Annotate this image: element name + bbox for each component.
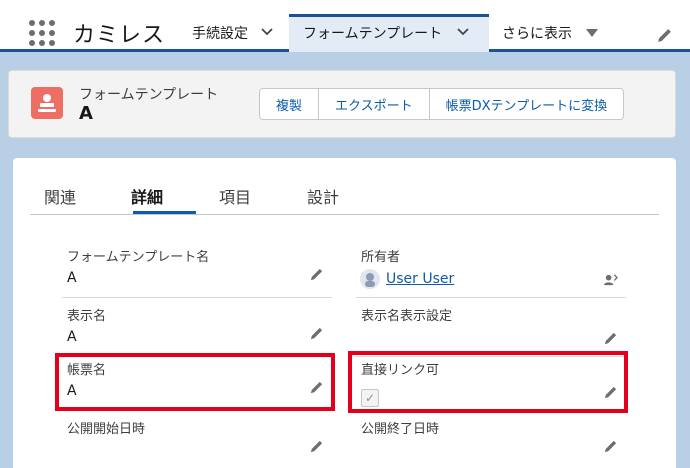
field-display-name-setting: 表示名表示設定 (356, 305, 626, 357)
owner-link[interactable]: User User (386, 271, 454, 287)
tab-bar: 関連 詳細 項目 設計 (30, 158, 659, 215)
nav-item-more[interactable]: さらに表示 (502, 14, 598, 52)
tab-details[interactable]: 詳細 (131, 184, 163, 208)
app-launcher-icon[interactable] (29, 20, 55, 46)
field-publish-start: 公開開始日時 (62, 418, 332, 468)
field-label: 表示名表示設定 (361, 309, 453, 324)
field-publish-end: 公開終了日時 (356, 418, 626, 468)
chevron-down-icon[interactable] (456, 24, 470, 42)
active-tab-indicator (133, 211, 196, 214)
tab-design[interactable]: 設計 (307, 184, 339, 208)
change-owner-icon[interactable] (603, 272, 618, 287)
pencil-icon[interactable] (309, 267, 324, 282)
action-button-group: 複製 エクスポート 帳票DXテンプレートに変換 (259, 88, 625, 120)
pencil-icon[interactable] (603, 331, 618, 346)
field-value: A (67, 270, 77, 286)
highlight-box-document-name (55, 353, 335, 411)
nav-item-label: フォームテンプレート (303, 26, 443, 42)
chevron-down-icon[interactable] (260, 24, 274, 42)
field-label: 公開開始日時 (67, 422, 146, 437)
field-value: A (67, 329, 77, 345)
nav-item-procedure-settings[interactable]: 手続設定 (192, 14, 274, 52)
field-owner: 所有者 User User (356, 246, 626, 298)
highlight-box-direct-link (348, 351, 628, 413)
detail-panel: 関連 詳細 項目 設計 フォームテンプレート名 A 表示名 A 帳票名 A 公開… (13, 158, 676, 468)
export-button[interactable]: エクスポート (319, 89, 430, 119)
object-type-label: フォームテンプレート (79, 87, 219, 103)
clone-button[interactable]: 複製 (260, 89, 320, 119)
avatar (360, 269, 380, 289)
field-label: 所有者 (361, 250, 401, 265)
caret-down-icon[interactable] (586, 24, 598, 42)
tab-fields[interactable]: 項目 (219, 184, 251, 208)
pencil-icon[interactable] (309, 326, 324, 341)
field-label: フォームテンプレート名 (67, 250, 210, 265)
nav-item-form-template[interactable]: フォームテンプレート (303, 14, 470, 52)
pencil-icon[interactable] (603, 439, 618, 454)
field-label: 表示名 (67, 309, 107, 324)
record-name: A (79, 103, 93, 124)
nav-item-label: 手続設定 (192, 26, 248, 42)
nav-item-label: さらに表示 (502, 26, 572, 42)
top-navigation-bar: カミレス 手続設定 フォームテンプレート さらに表示 (0, 0, 690, 52)
tab-related[interactable]: 関連 (44, 184, 76, 208)
convert-to-dx-template-button[interactable]: 帳票DXテンプレートに変換 (430, 89, 624, 119)
field-display-name: 表示名 A (62, 305, 332, 357)
record-header: フォームテンプレート A 複製 エクスポート 帳票DXテンプレートに変換 (8, 70, 676, 138)
pencil-icon[interactable] (309, 439, 324, 454)
form-template-icon (31, 87, 63, 119)
app-name: カミレス (73, 23, 166, 48)
field-form-template-name: フォームテンプレート名 A (62, 246, 332, 298)
pencil-icon[interactable] (656, 27, 673, 44)
field-label: 公開終了日時 (361, 422, 440, 437)
